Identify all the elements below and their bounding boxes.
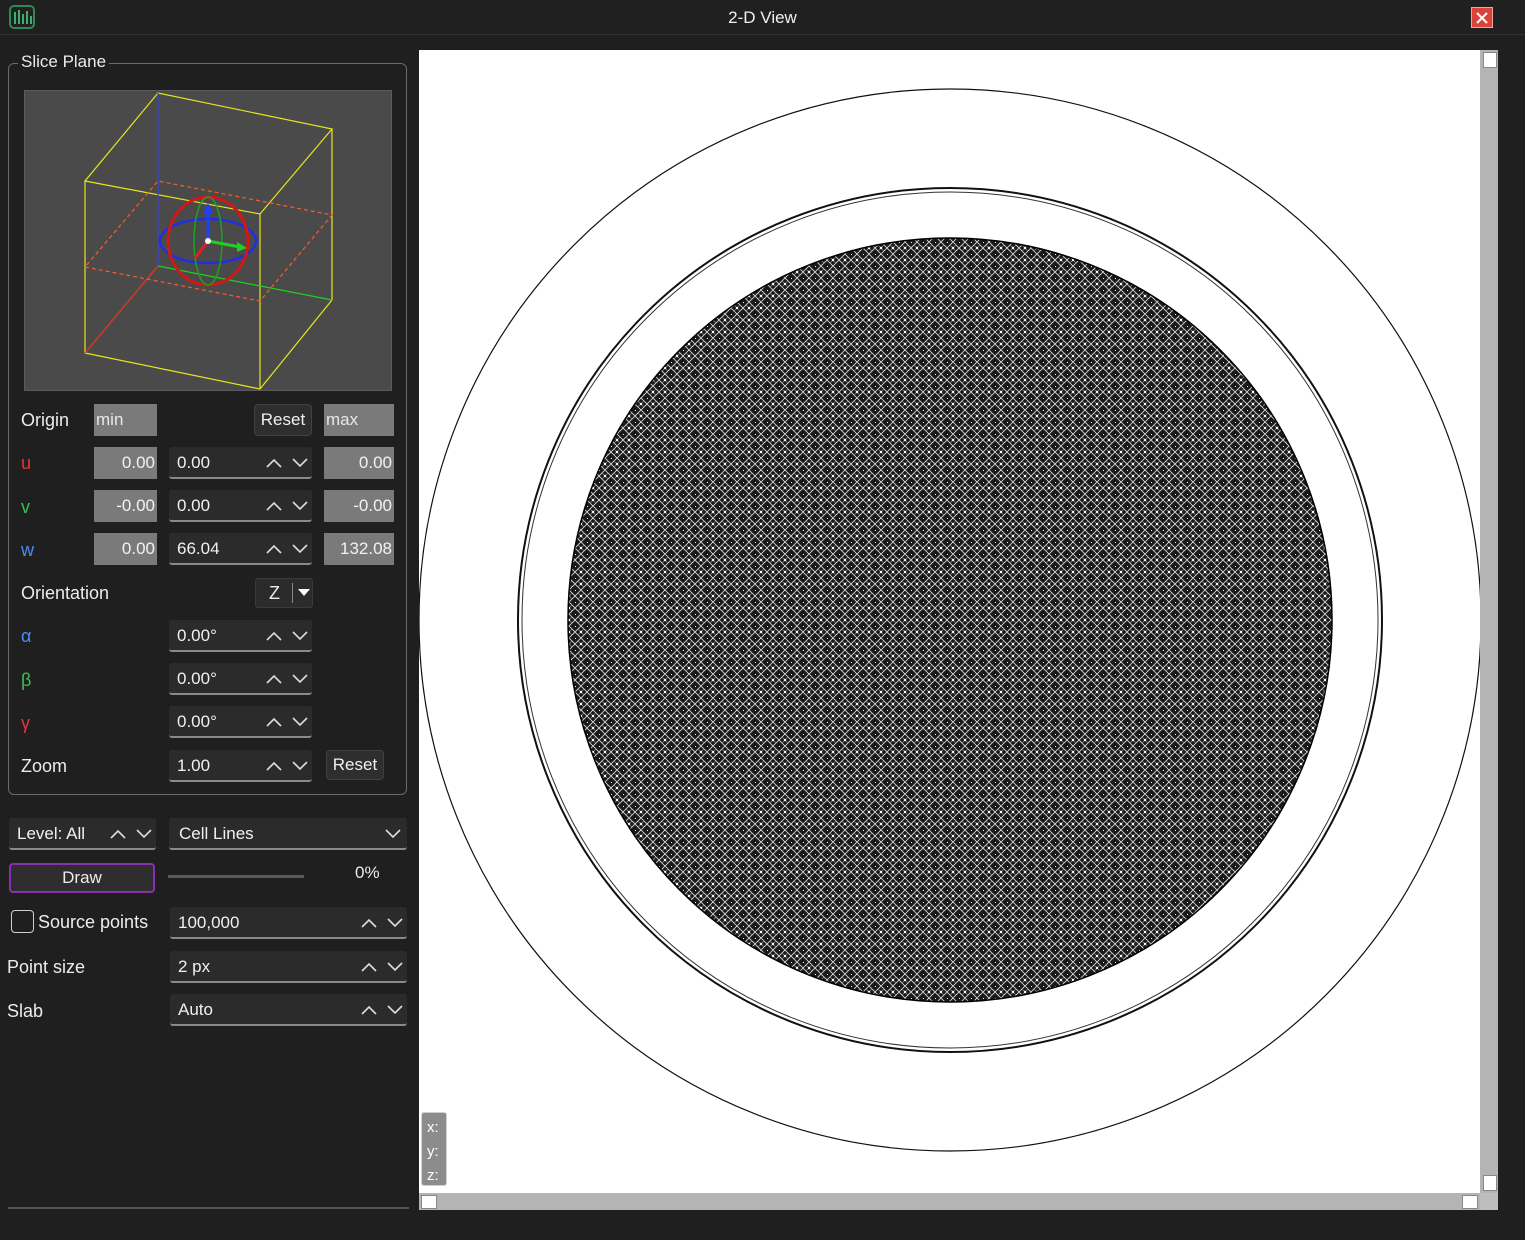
chevron-down-icon[interactable] [292, 761, 308, 771]
chevron-up-icon[interactable] [266, 674, 282, 684]
chevron-down-icon[interactable] [292, 458, 308, 468]
scroll-left-button[interactable] [421, 1195, 437, 1209]
chevron-up-icon[interactable] [266, 544, 282, 554]
min-header: min [94, 404, 157, 436]
slab-label: Slab [7, 1001, 44, 1021]
source-points-spinbox[interactable]: 100,000 [170, 907, 407, 939]
chevron-up-icon[interactable] [361, 918, 377, 928]
scroll-right-button[interactable] [1462, 1195, 1478, 1209]
alpha-value: 0.00° [177, 626, 217, 645]
app-logo-icon [8, 4, 38, 30]
coord-y-label: y: [427, 1143, 439, 1160]
horizontal-scrollbar[interactable] [419, 1193, 1480, 1210]
progress-text: 0% [355, 863, 380, 882]
zoom-label: Zoom [21, 756, 68, 776]
chevron-up-icon[interactable] [266, 458, 282, 468]
chevron-down-icon[interactable] [136, 829, 152, 839]
gamma-value: 0.00° [177, 712, 217, 731]
source-points-checkbox[interactable] [11, 910, 34, 933]
point-size-label: Point size [7, 957, 86, 977]
slice-plane-3d-preview[interactable] [24, 90, 392, 391]
chevron-down-icon[interactable] [292, 631, 308, 641]
level-value: Level: All [17, 824, 86, 843]
beta-label: β [21, 670, 32, 690]
chevron-up-icon[interactable] [266, 501, 282, 511]
coord-z-label: z: [427, 1167, 439, 1184]
slab-spinbox[interactable]: Auto [170, 994, 407, 1026]
chevron-down-icon[interactable] [292, 544, 308, 554]
chevron-up-icon[interactable] [110, 829, 126, 839]
w-label: w [21, 540, 34, 560]
origin-label: Origin [21, 410, 70, 430]
v-spinbox[interactable]: 0.00 [169, 490, 312, 522]
chevron-down-icon[interactable] [292, 717, 308, 727]
w-value: 66.04 [177, 539, 220, 558]
chevron-up-icon[interactable] [266, 631, 282, 641]
u-value: 0.00 [177, 453, 211, 472]
beta-spinbox[interactable]: 0.00° [169, 663, 312, 695]
scroll-corner [1480, 1193, 1498, 1210]
gamma-spinbox[interactable]: 0.00° [169, 706, 312, 738]
core-mesh-region [567, 237, 1333, 1003]
slice-plane-title: Slice Plane [18, 51, 110, 73]
w-max-field: 132.08 [324, 533, 394, 565]
alpha-label: α [21, 626, 32, 646]
chevron-up-icon[interactable] [361, 962, 377, 972]
chevron-down-icon[interactable] [387, 918, 403, 928]
chevron-down-icon[interactable] [387, 962, 403, 972]
point-size-value: 2 px [178, 957, 211, 976]
u-max-field: 0.00 [324, 447, 394, 479]
chevron-down-icon[interactable] [292, 674, 308, 684]
u-min-field: 0.00 [94, 447, 157, 479]
alpha-spinbox[interactable]: 0.00° [169, 620, 312, 652]
max-header: max [324, 404, 394, 436]
u-spinbox[interactable]: 0.00 [169, 447, 312, 479]
v-min-field: -0.00 [94, 490, 157, 522]
chevron-down-icon[interactable] [387, 1005, 403, 1015]
coordinate-readout: x: y: z: [421, 1112, 447, 1186]
zoom-spinbox[interactable]: 1.00 [169, 750, 312, 782]
gamma-label: γ [21, 713, 30, 733]
slice-viewport[interactable] [418, 50, 1482, 1193]
u-label: u [21, 453, 32, 473]
chevron-down-icon[interactable] [292, 501, 308, 511]
w-min-field: 0.00 [94, 533, 157, 565]
origin-reset-button[interactable]: Reset [254, 404, 312, 436]
chevron-up-icon[interactable] [266, 761, 282, 771]
chevron-up-icon[interactable] [266, 717, 282, 727]
vertical-scrollbar[interactable] [1480, 50, 1498, 1193]
orientation-combo[interactable]: Z [255, 578, 313, 608]
v-value: 0.00 [177, 496, 211, 515]
draw-mode-value: Cell Lines [179, 824, 254, 843]
coord-x-label: x: [427, 1119, 439, 1136]
close-icon [1476, 11, 1488, 24]
draw-mode-select[interactable]: Cell Lines [169, 818, 407, 850]
orientation-value: Z [269, 583, 280, 603]
panel-divider [8, 1207, 409, 1209]
beta-value: 0.00° [177, 669, 217, 688]
slab-value: Auto [178, 1000, 213, 1019]
draw-button[interactable]: Draw [9, 863, 155, 893]
source-points-label: Source points [38, 912, 149, 932]
source-points-value: 100,000 [178, 913, 240, 932]
dropdown-arrow-icon [298, 589, 310, 596]
point-size-spinbox[interactable]: 2 px [170, 951, 407, 983]
zoom-value: 1.00 [177, 756, 211, 775]
v-max-field: -0.00 [324, 490, 394, 522]
scroll-down-button[interactable] [1483, 1175, 1497, 1191]
orientation-label: Orientation [21, 583, 110, 603]
v-label: v [21, 497, 30, 517]
level-spinbox[interactable]: Level: All [9, 818, 156, 850]
close-button[interactable] [1471, 7, 1493, 28]
w-spinbox[interactable]: 66.04 [169, 533, 312, 565]
window-title: 2-D View [728, 8, 797, 27]
scroll-up-button[interactable] [1483, 52, 1497, 68]
chevron-down-icon [385, 829, 401, 839]
chevron-up-icon[interactable] [361, 1005, 377, 1015]
zoom-reset-button[interactable]: Reset [326, 750, 384, 780]
progress-bar [168, 875, 304, 878]
